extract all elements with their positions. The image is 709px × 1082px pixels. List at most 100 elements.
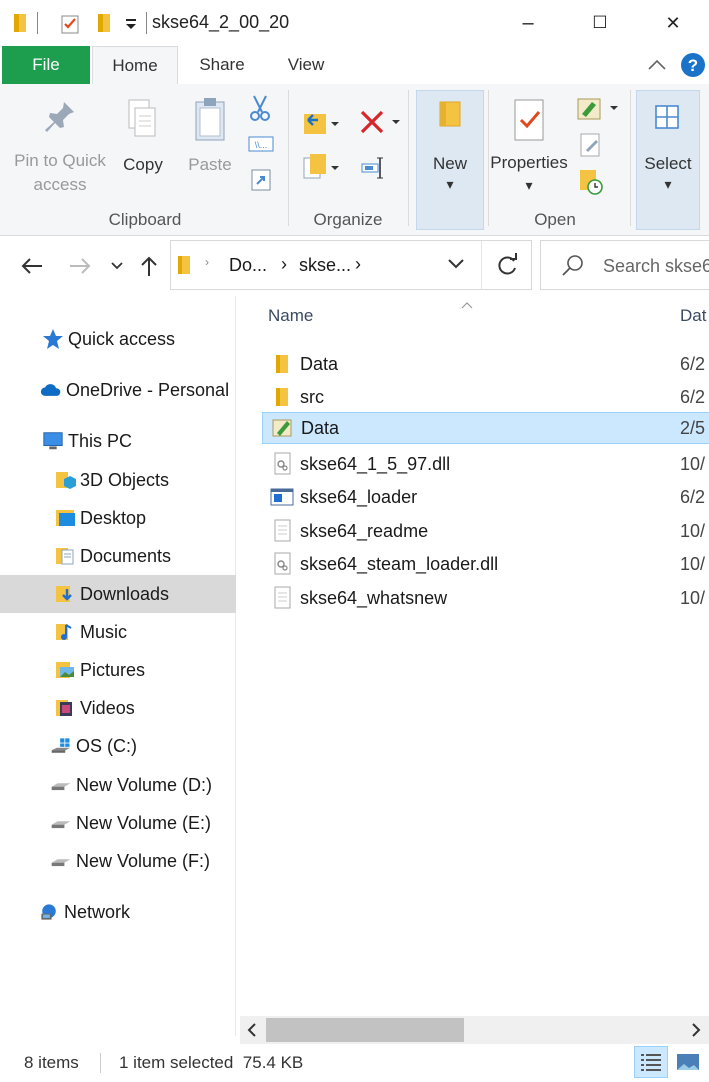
edit-icon[interactable] [578, 132, 604, 163]
breadcrumb-downloads[interactable]: Do... [229, 255, 267, 276]
nav-volume-f[interactable]: New Volume (F:) [0, 842, 236, 880]
clipboard-group-label: Clipboard [108, 210, 182, 229]
music-folder-icon [54, 621, 76, 643]
file-row[interactable]: src 6/2 [262, 381, 709, 413]
customize-toolbar-icon[interactable] [124, 10, 148, 36]
breadcrumb-separator[interactable]: › [205, 255, 209, 269]
large-icons-view-icon[interactable] [676, 1052, 700, 1079]
sort-ascending-icon [460, 296, 474, 314]
nav-volume-d[interactable]: New Volume (D:) [0, 766, 236, 804]
collapse-ribbon-icon[interactable] [646, 54, 668, 81]
nav-os-c[interactable]: OS (C:) [0, 727, 236, 765]
nav-this-pc[interactable]: This PC [0, 422, 236, 460]
back-arrow-icon[interactable] [12, 248, 52, 284]
nav-pictures[interactable]: Pictures [0, 651, 236, 689]
nav-music[interactable]: Music [0, 613, 236, 651]
file-row-selected[interactable]: Data 2/5 [262, 412, 709, 444]
maximize-button[interactable]: ☐ [564, 0, 636, 46]
nav-label: Videos [80, 697, 135, 718]
nav-onedrive[interactable]: OneDrive - Personal [0, 371, 236, 409]
nav-network[interactable]: Network [0, 893, 236, 931]
breadcrumb-skse[interactable]: skse... [299, 255, 351, 276]
navigation-pane: Quick access OneDrive - Personal This PC… [0, 296, 236, 1036]
pictures-folder-icon [54, 659, 76, 681]
refresh-icon[interactable] [497, 253, 519, 282]
rename-icon[interactable] [360, 154, 386, 187]
scroll-left-icon[interactable] [246, 1022, 258, 1043]
cloud-icon [40, 379, 62, 401]
open-with-icon[interactable] [576, 96, 620, 127]
delete-icon[interactable] [358, 108, 402, 141]
file-row[interactable]: skse64_1_5_97.dll 10/ [262, 448, 709, 480]
scrollbar-thumb[interactable] [266, 1018, 464, 1042]
tab-share[interactable]: Share [186, 46, 258, 84]
breadcrumb-separator[interactable]: › [355, 254, 361, 275]
tab-file[interactable]: File [2, 46, 90, 84]
nav-label: 3D Objects [80, 469, 170, 490]
downloads-folder-icon [54, 583, 76, 605]
address-bar[interactable]: › Do... › skse... › [170, 240, 532, 290]
nav-label: OneDrive - Personal [66, 379, 230, 400]
registry-file-icon [271, 416, 295, 440]
paste-shortcut-icon[interactable] [250, 168, 272, 197]
file-row[interactable]: skse64_steam_loader.dll 10/ [262, 548, 709, 580]
file-row[interactable]: skse64_whatsnew 10/ [262, 582, 709, 614]
column-header-name[interactable]: Name [268, 306, 313, 326]
file-name: src [300, 386, 324, 407]
close-button[interactable]: ✕ [637, 0, 709, 46]
nav-videos[interactable]: Videos [0, 689, 236, 727]
file-row[interactable]: Data 6/2 [262, 348, 709, 380]
breadcrumb-separator[interactable]: › [281, 254, 287, 275]
forward-arrow-icon[interactable] [60, 248, 100, 284]
horizontal-scrollbar[interactable] [240, 1016, 709, 1044]
up-arrow-icon[interactable] [134, 248, 164, 284]
help-icon[interactable]: ? [680, 52, 706, 83]
properties-button[interactable]: Properties ▾ [488, 98, 570, 194]
copy-path-icon[interactable]: \\... [248, 134, 274, 159]
copy-button[interactable]: Copy [116, 96, 170, 175]
nav-documents[interactable]: Documents [0, 537, 236, 575]
file-name: skse64_steam_loader.dll [300, 553, 499, 574]
tab-view[interactable]: View [272, 46, 340, 84]
file-row[interactable]: skse64_readme 10/ [262, 515, 709, 547]
application-icon [270, 485, 294, 509]
drive-icon [50, 812, 72, 834]
search-input[interactable]: Search skse6 [603, 256, 709, 277]
nav-label: New Volume (F:) [76, 850, 211, 871]
search-box[interactable]: Search skse6 [540, 240, 709, 290]
paste-icon [195, 98, 225, 141]
file-row[interactable]: skse64_loader 6/2 [262, 481, 709, 513]
scroll-right-icon[interactable] [690, 1022, 702, 1043]
nav-3d-objects[interactable]: 3D Objects [0, 461, 236, 499]
chevron-down-icon: ▾ [664, 176, 672, 192]
new-label: New [432, 154, 467, 173]
ribbon: Pin to Quick access Copy Paste \\... Cli… [0, 84, 709, 236]
title-bar: skse64_2_00_20 – ☐ ✕ [0, 0, 709, 46]
paste-button[interactable]: Paste [182, 96, 238, 175]
nav-volume-e[interactable]: New Volume (E:) [0, 804, 236, 842]
move-to-icon[interactable] [300, 110, 340, 143]
nav-downloads[interactable]: Downloads [0, 575, 236, 613]
minimize-button[interactable]: – [492, 0, 564, 46]
copy-to-icon[interactable] [300, 152, 340, 187]
pin-to-quick-access-button[interactable]: Pin to Quick access [6, 96, 114, 195]
new-folder-quick-icon[interactable] [94, 10, 118, 36]
tab-home[interactable]: Home [92, 46, 178, 84]
history-icon[interactable] [578, 168, 604, 201]
properties-icon [514, 99, 544, 141]
copy-label: Copy [123, 155, 163, 174]
details-view-icon[interactable] [634, 1046, 668, 1078]
nav-label: Music [80, 621, 128, 642]
chevron-down-icon[interactable] [447, 257, 465, 276]
nav-quick-access[interactable]: Quick access [0, 320, 236, 358]
drive-icon [50, 850, 72, 872]
file-date: 10/ [680, 587, 706, 608]
cut-icon[interactable] [248, 94, 272, 127]
dll-file-icon [270, 452, 294, 476]
nav-label: Quick access [68, 328, 176, 349]
properties-quick-icon[interactable] [58, 10, 82, 36]
column-header-date[interactable]: Dat [680, 306, 706, 326]
nav-desktop[interactable]: Desktop [0, 499, 236, 537]
recent-locations-icon[interactable] [104, 248, 130, 284]
file-name: skse64_whatsnew [300, 587, 448, 608]
